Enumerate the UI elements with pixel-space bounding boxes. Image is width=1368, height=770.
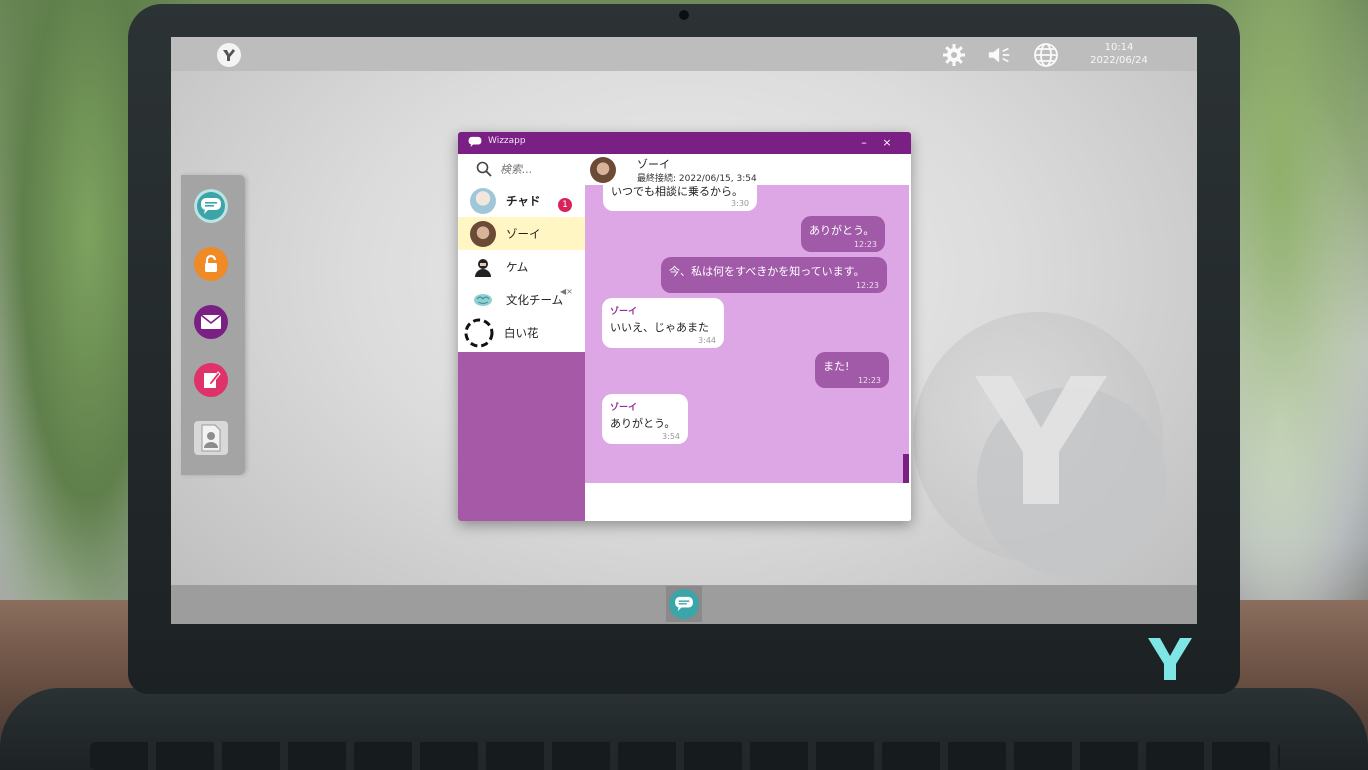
settings-gear-icon[interactable] bbox=[941, 43, 967, 67]
message-input-area[interactable] bbox=[585, 483, 911, 521]
chat-bubble-icon bbox=[201, 198, 221, 214]
dock-mail-button[interactable] bbox=[194, 305, 228, 339]
message-text: いいえ、じゃあまた bbox=[610, 321, 709, 334]
muted-speaker-icon: ◀× bbox=[560, 287, 573, 296]
contact-list: チャド 1 ゾーイ ケム 文化チーム bbox=[458, 154, 585, 352]
contact-name: ゾーイ bbox=[506, 226, 541, 241]
clock-date: 2022/06/24 bbox=[1090, 55, 1148, 66]
contact-name: 白い花 bbox=[504, 325, 539, 340]
taskbar-wizzapp-button[interactable] bbox=[666, 586, 702, 622]
flower-icon bbox=[464, 317, 494, 348]
chat-bubble-icon bbox=[468, 136, 482, 148]
dock-chat-button[interactable] bbox=[194, 189, 228, 223]
os-clock: 10:14 2022/06/24 bbox=[1073, 41, 1165, 67]
message-bubble-incoming: ゾーイ ありがとう。 3:54 bbox=[602, 394, 688, 444]
y-logo-icon bbox=[1148, 638, 1192, 680]
chat-last-seen: 最終接続: 2022/06/15, 3:54 bbox=[637, 174, 757, 184]
webcam bbox=[679, 10, 689, 20]
wizzapp-window: Wizzapp – × チャド 1 bbox=[458, 132, 911, 521]
envelope-icon bbox=[200, 314, 222, 329]
contact-item-white-flower[interactable]: 白い花 bbox=[458, 316, 585, 349]
clock-time: 10:14 bbox=[1104, 42, 1134, 53]
chat-panel: ゾーイ 最終接続: 2022/06/15, 3:54 いつでも相談に乗るから。 … bbox=[585, 154, 911, 521]
minimize-button[interactable]: – bbox=[856, 134, 872, 152]
close-button[interactable]: × bbox=[879, 134, 895, 152]
message-time: 12:23 bbox=[855, 281, 879, 290]
avatar bbox=[470, 220, 496, 247]
speaker-icon[interactable] bbox=[987, 43, 1013, 67]
dock-notes-button[interactable] bbox=[194, 363, 228, 397]
padlock-icon bbox=[205, 254, 217, 272]
hooded-person-icon bbox=[470, 253, 496, 280]
message-list[interactable]: いつでも相談に乗るから。 3:30 ありがとう。 12:23 今、私は何をすべき… bbox=[585, 185, 909, 483]
message-sender: ゾーイ bbox=[610, 307, 638, 317]
os-logo-icon[interactable] bbox=[217, 43, 241, 67]
search-input[interactable] bbox=[498, 161, 582, 177]
wallpaper-y-logo-icon bbox=[975, 376, 1107, 504]
contact-item-chad[interactable]: チャド 1 bbox=[458, 184, 585, 217]
contact-name: ケム bbox=[506, 259, 529, 274]
message-bubble-outgoing: 今、私は何をすべきかを知っています。 12:23 bbox=[661, 257, 887, 293]
window-title: Wizzapp bbox=[488, 136, 526, 146]
note-pen-icon bbox=[204, 371, 221, 388]
message-text: ありがとう。 bbox=[809, 224, 875, 237]
message-time: 3:30 bbox=[731, 199, 749, 208]
dock-lock-button[interactable] bbox=[194, 247, 228, 281]
contact-name: チャド bbox=[506, 193, 541, 208]
dock-profile-button[interactable] bbox=[194, 421, 228, 455]
chat-header: ゾーイ 最終接続: 2022/06/15, 3:54 bbox=[585, 154, 911, 185]
message-bubble-outgoing: ありがとう。 12:23 bbox=[801, 216, 885, 252]
message-bubble-incoming: いつでも相談に乗るから。 3:30 bbox=[603, 185, 757, 211]
search-icon bbox=[476, 161, 492, 177]
chat-scrollbar[interactable] bbox=[903, 454, 909, 483]
message-time: 3:54 bbox=[662, 432, 680, 441]
profile-card-icon bbox=[201, 424, 221, 452]
avatar[interactable] bbox=[590, 157, 616, 183]
message-text: 今、私は何をすべきかを知っています。 bbox=[669, 265, 865, 278]
window-titlebar[interactable]: Wizzapp – × bbox=[458, 132, 911, 154]
message-time: 12:23 bbox=[853, 240, 877, 249]
os-topbar: 10:14 2022/06/24 bbox=[171, 37, 1197, 71]
brain-icon bbox=[470, 286, 496, 313]
message-time: 3:44 bbox=[698, 336, 716, 345]
os-taskbar bbox=[171, 585, 1197, 624]
app-dock bbox=[181, 175, 245, 475]
message-bubble-incoming: ゾーイ いいえ、じゃあまた 3:44 bbox=[602, 298, 724, 348]
contact-item-zoey[interactable]: ゾーイ bbox=[458, 217, 585, 250]
contact-sidebar: チャド 1 ゾーイ ケム 文化チーム bbox=[458, 154, 585, 521]
message-sender: ゾーイ bbox=[610, 403, 638, 413]
globe-icon[interactable] bbox=[1033, 43, 1059, 67]
chat-contact-name: ゾーイ bbox=[637, 158, 670, 171]
message-text: ありがとう。 bbox=[610, 417, 676, 430]
laptop-screen: 10:14 2022/06/24 Wizzapp – × 検索... チャド 1… bbox=[171, 37, 1197, 624]
message-time: 12:23 bbox=[857, 376, 881, 385]
keyboard bbox=[90, 742, 1280, 770]
message-text: いつでも相談に乗るから。 bbox=[611, 185, 743, 198]
contact-item-kem[interactable]: ケム bbox=[458, 250, 585, 283]
search-row bbox=[458, 154, 585, 184]
avatar bbox=[470, 187, 496, 214]
unread-badge: 1 bbox=[558, 198, 572, 212]
contact-item-culture-team[interactable]: 文化チーム ◀× bbox=[458, 283, 585, 316]
chat-bubble-icon bbox=[669, 589, 699, 619]
message-text: また! bbox=[823, 360, 850, 373]
message-bubble-outgoing: また! 12:23 bbox=[815, 352, 889, 388]
contact-name: 文化チーム bbox=[506, 292, 564, 307]
